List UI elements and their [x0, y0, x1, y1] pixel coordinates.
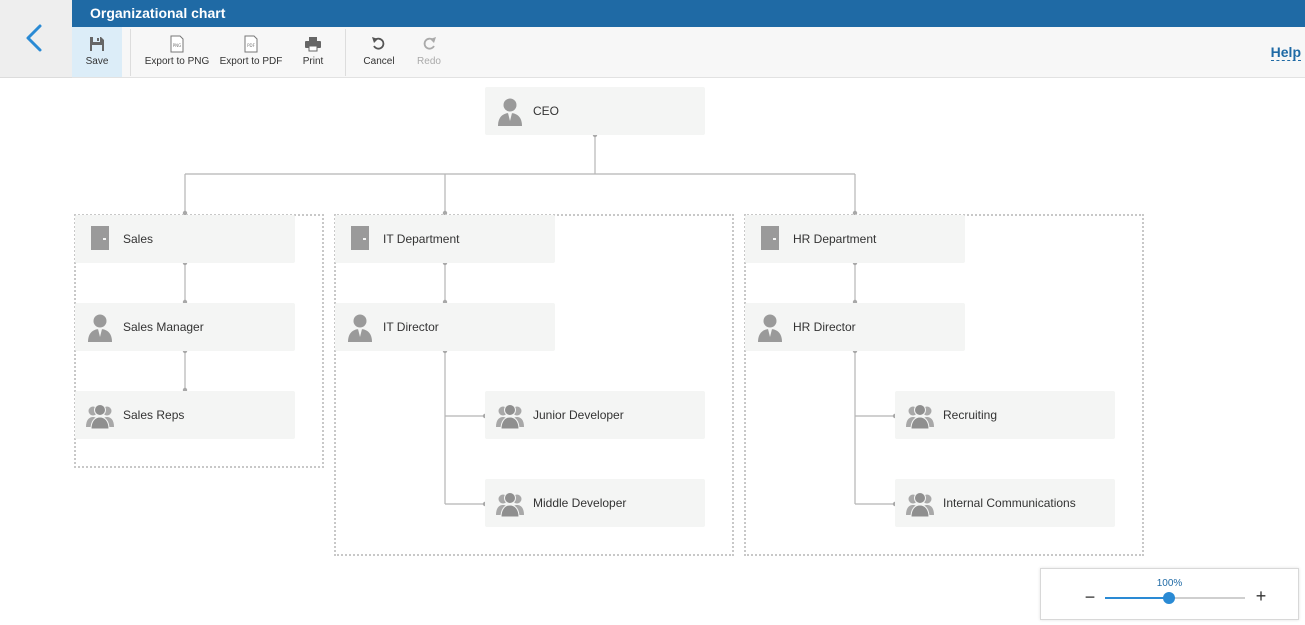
group-icon: [906, 404, 934, 430]
building-icon: [761, 226, 779, 250]
zoom-control: 100% − +: [1040, 568, 1299, 620]
node-label: IT Director: [383, 320, 439, 334]
node-middle-developer[interactable]: Middle Developer: [485, 479, 705, 527]
group-icon: [86, 404, 114, 430]
export-pdf-button[interactable]: PDF Export to PDF: [218, 27, 284, 77]
node-sales[interactable]: Sales: [75, 215, 295, 263]
node-label: IT Department: [383, 232, 460, 246]
redo-icon: [423, 37, 436, 50]
title-bar: Organizational chart: [72, 0, 1305, 27]
node-label: HR Director: [793, 320, 856, 334]
chevron-left-icon: [26, 24, 42, 52]
page-title: Organizational chart: [90, 5, 226, 21]
cancel-label: Cancel: [363, 56, 395, 67]
group-icon: [906, 492, 934, 518]
toolbar: Save PNG Export to PNG PDF Export to PDF…: [72, 27, 1305, 78]
building-icon: [91, 226, 109, 250]
export-png-label: Export to PNG: [144, 56, 210, 67]
help-link[interactable]: Help: [1270, 44, 1301, 61]
save-button[interactable]: Save: [72, 27, 122, 77]
node-ceo[interactable]: CEO: [485, 87, 705, 135]
toolbar-divider: [130, 29, 131, 76]
node-label: HR Department: [793, 232, 877, 246]
toolbar-divider: [345, 29, 346, 76]
png-file-icon: PNG: [170, 35, 184, 53]
redo-label: Redo: [417, 56, 441, 67]
group-icon: [496, 404, 524, 430]
node-label: Internal Communications: [943, 496, 1076, 510]
person-icon: [758, 314, 782, 342]
print-label: Print: [302, 56, 324, 67]
node-hr-department[interactable]: HR Department: [745, 215, 965, 263]
pdf-file-icon: PDF: [244, 35, 258, 53]
cancel-button[interactable]: Cancel: [359, 27, 399, 77]
back-button[interactable]: [16, 18, 56, 58]
svg-text:PDF: PDF: [247, 43, 255, 48]
zoom-slider-fill: [1105, 597, 1170, 599]
building-icon: [351, 226, 369, 250]
node-label: Sales Manager: [123, 320, 204, 334]
printer-icon: [305, 37, 321, 52]
node-sales-reps[interactable]: Sales Reps: [75, 391, 295, 439]
zoom-slider-thumb[interactable]: [1163, 592, 1176, 604]
node-internal-communications[interactable]: Internal Communications: [895, 479, 1115, 527]
print-button[interactable]: Print: [294, 27, 332, 77]
node-junior-developer[interactable]: Junior Developer: [485, 391, 705, 439]
svg-text:PNG: PNG: [173, 43, 182, 48]
person-icon: [498, 98, 522, 126]
node-label: Middle Developer: [533, 496, 627, 510]
node-label: CEO: [533, 104, 560, 118]
undo-icon: [372, 37, 385, 50]
zoom-slider[interactable]: [1105, 592, 1245, 604]
export-pdf-label: Export to PDF: [219, 56, 283, 67]
node-recruiting[interactable]: Recruiting: [895, 391, 1115, 439]
group-icon: [496, 492, 524, 518]
node-label: Sales: [123, 232, 154, 246]
back-panel: [0, 0, 72, 78]
zoom-in-button[interactable]: +: [1252, 586, 1270, 607]
zoom-out-button[interactable]: −: [1081, 587, 1099, 608]
person-icon: [348, 314, 372, 342]
node-label: Sales Reps: [123, 408, 185, 422]
export-png-button[interactable]: PNG Export to PNG: [144, 27, 210, 77]
node-it-director[interactable]: IT Director: [335, 303, 555, 351]
save-label: Save: [85, 56, 109, 67]
org-chart-canvas: CEO Sales Sales Manager Sales Reps IT De…: [0, 78, 1305, 625]
node-hr-director[interactable]: HR Director: [745, 303, 965, 351]
redo-button[interactable]: Redo: [411, 27, 447, 77]
person-icon: [88, 314, 112, 342]
node-sales-manager[interactable]: Sales Manager: [75, 303, 295, 351]
floppy-disk-icon: [90, 37, 104, 51]
node-label: Recruiting: [943, 408, 998, 422]
node-it-department[interactable]: IT Department: [335, 215, 555, 263]
node-label: Junior Developer: [533, 408, 624, 422]
